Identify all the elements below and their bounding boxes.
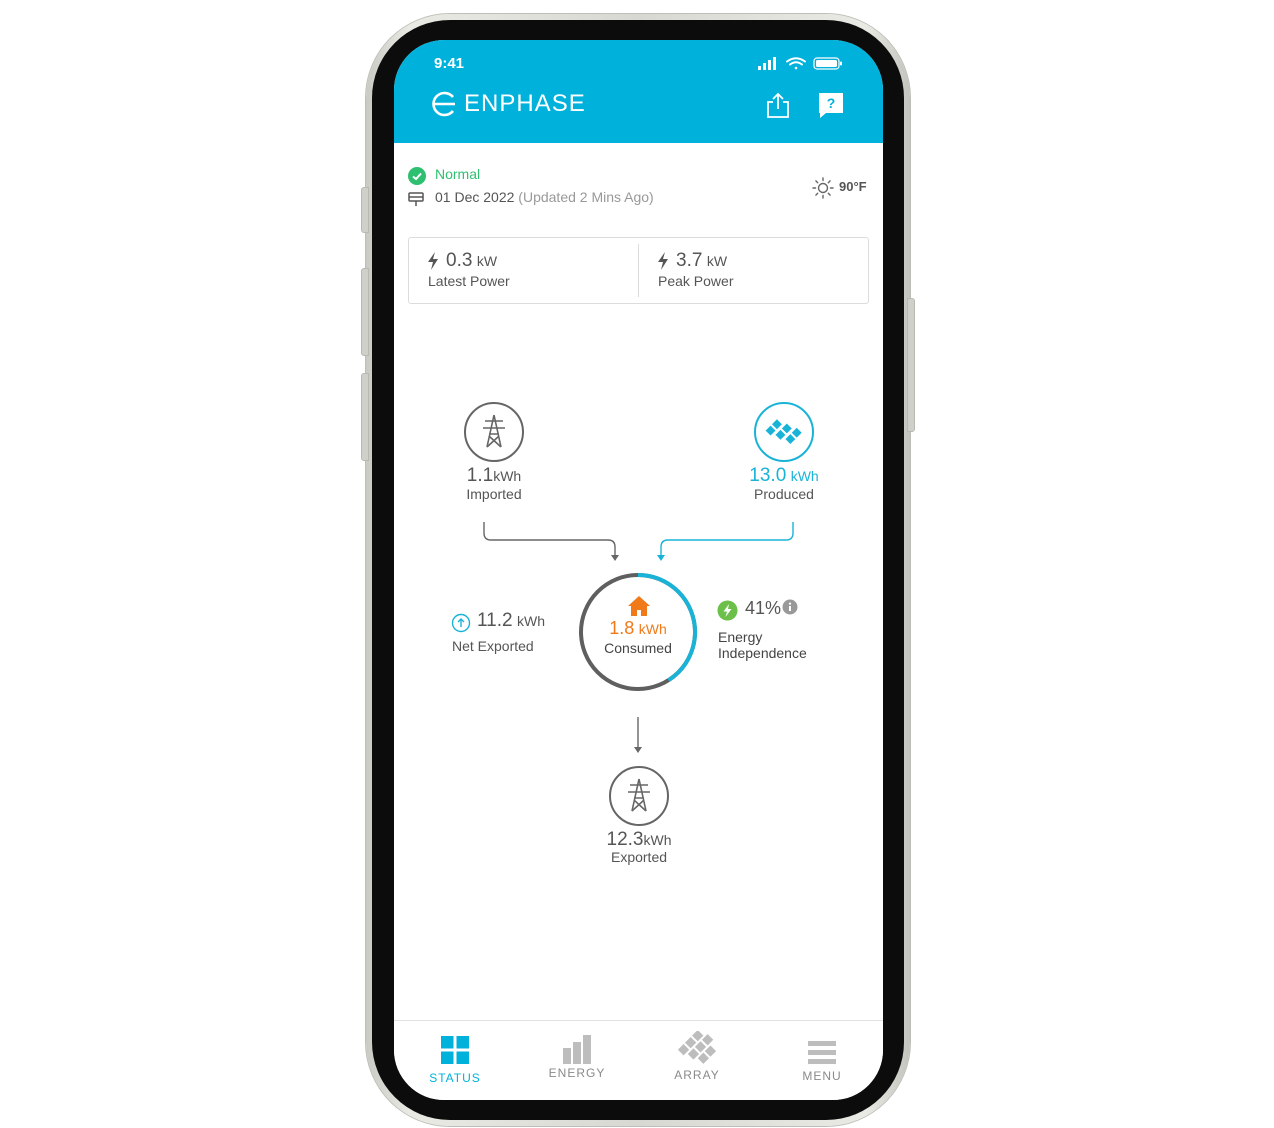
hamburger-menu-icon [808,1041,836,1064]
net-exported-label: Net Exported [452,638,534,654]
exported-amount: 12.3kWh [607,829,672,851]
exported-label: Exported [610,849,668,865]
mute-switch [361,187,369,233]
produced-amount: 13.0 kWh [749,465,818,487]
consumed-amount: 1.8 kWh [609,618,666,639]
solar-panel-icon [677,1029,717,1064]
tab-array[interactable]: ARRAY [652,1021,742,1082]
solar-array-icon [753,401,815,468]
volume-up-button [361,268,369,356]
flow-lines [483,522,794,753]
power-button [907,298,915,432]
grid-import-icon [463,401,525,468]
exported-value: 12.3 [606,829,644,850]
exported-unit: kWh [643,832,672,848]
app-screen: 9:41 ENPHASE ? Normal 01 Dec 2022 (Updat… [394,40,883,1100]
consumed-value: 1.8 [609,618,635,638]
tab-status[interactable]: STATUS [410,1021,500,1085]
volume-down-button [361,373,369,461]
tab-energy-label: ENERGY [548,1066,606,1080]
tab-menu-label: MENU [802,1069,842,1083]
production-flow-arrow [657,522,794,561]
tab-menu[interactable]: MENU [777,1021,867,1083]
tab-status-label: STATUS [429,1071,481,1085]
net-exported-value: 11.2 [477,610,513,631]
produced-label: Produced [754,486,814,502]
grid-export-icon [608,765,670,832]
consumed-unit: kWh [638,621,667,637]
independence-label-line1: Energy [718,629,763,645]
import-flow-arrow [483,522,619,561]
net-exported-amount: 11.2 kWh [477,610,545,632]
net-export-icon [451,613,471,638]
produced-unit: kWh [790,468,819,484]
independence-value: 41% [745,598,782,618]
info-icon[interactable] [782,599,798,620]
tab-array-label: ARRAY [674,1068,720,1082]
tab-bar: STATUS ENERGY ARRAY MENU [394,1020,883,1100]
independence-icon [717,600,738,626]
imported-label: Imported [466,486,522,502]
export-flow-arrow [634,717,642,753]
imported-value: 1.1 [466,465,494,486]
produced-value: 13.0 [749,465,787,486]
tab-energy[interactable]: ENERGY [532,1021,622,1080]
consumed-label: Consumed [604,640,672,656]
bar-chart-icon [563,1035,591,1064]
imported-amount: 1.1kWh [467,465,521,487]
net-exported-unit: kWh [517,613,546,629]
dashboard-icon [441,1036,469,1064]
imported-unit: kWh [493,468,522,484]
independence-label-line2: Independence [718,645,807,661]
